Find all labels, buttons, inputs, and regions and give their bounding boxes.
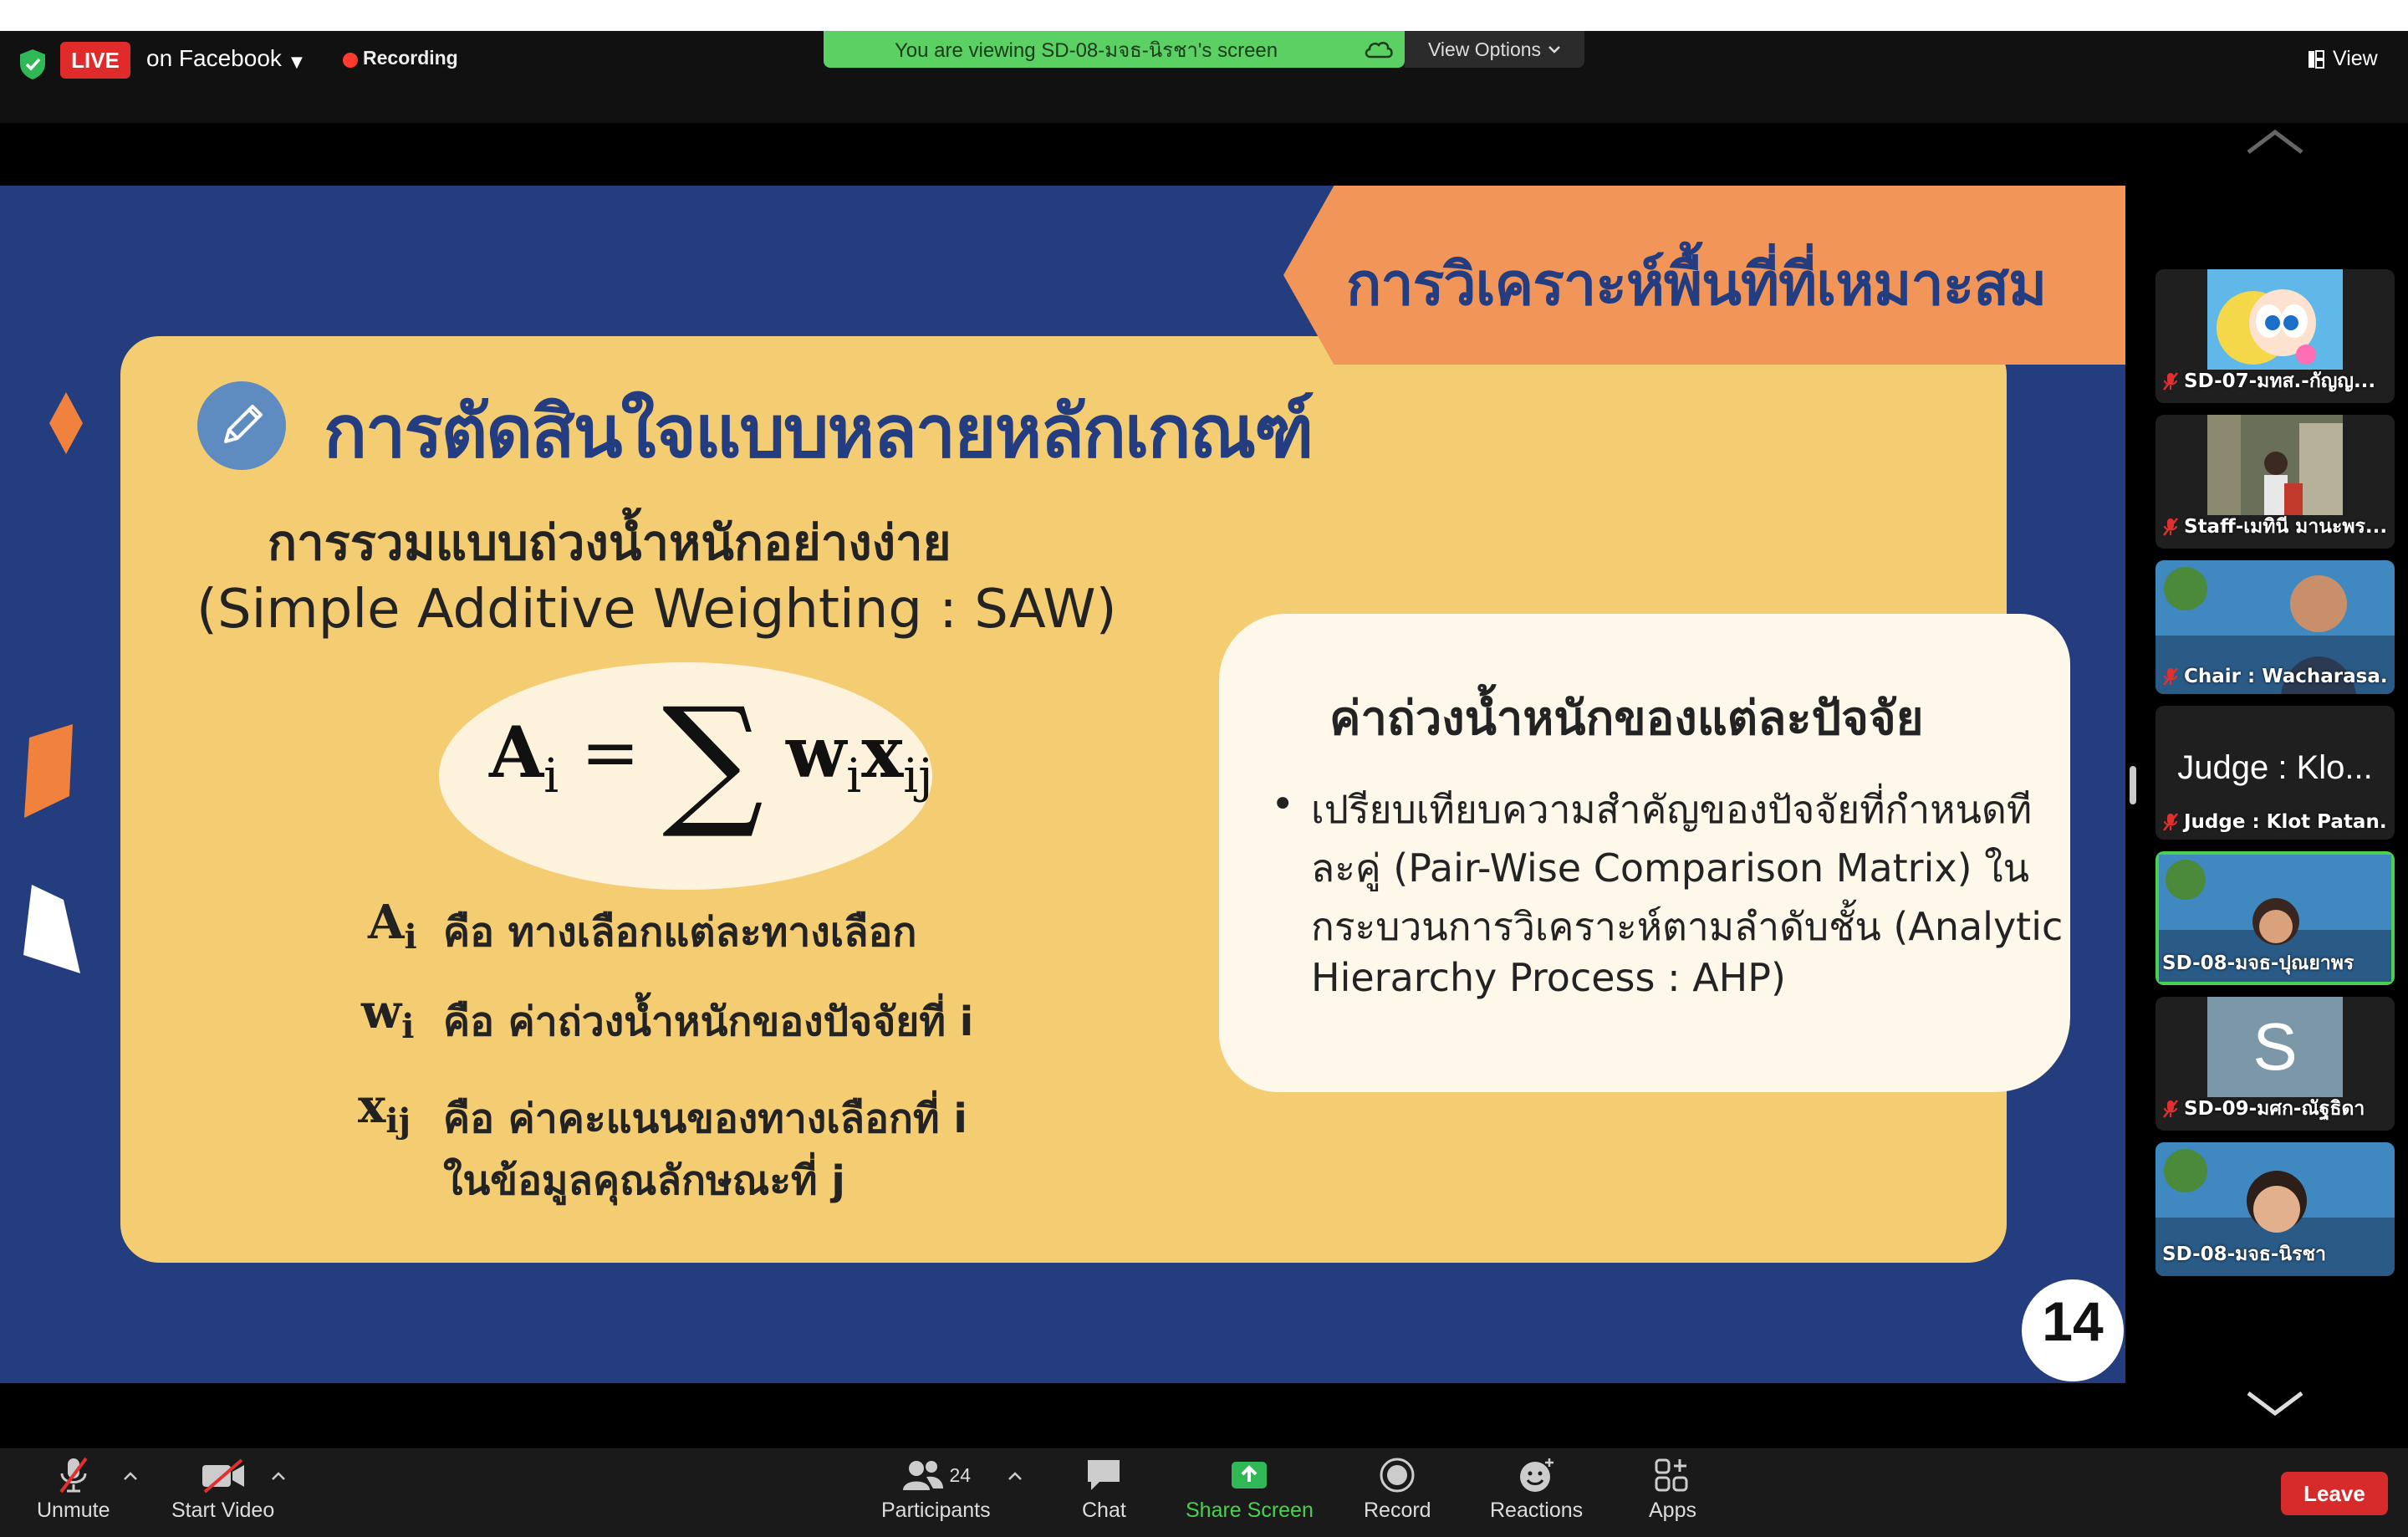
window-top-strip — [0, 0, 2408, 31]
weight-card-line: เปรียบเทียบความสำคัญของปัจจัยที่กำหนดที — [1311, 787, 2033, 832]
record-button[interactable]: Record — [1364, 1457, 1431, 1523]
viewing-banner-text: You are viewing SD-08-มจธ-นิรชา's screen — [895, 38, 1278, 62]
mic-muted-icon — [2163, 372, 2178, 391]
live-destination-label[interactable]: on Facebook — [146, 45, 282, 72]
participant-tile[interactable]: S SD-09-มศก-ณัฐธิดา — [2155, 997, 2395, 1131]
recording-dot-icon — [343, 53, 358, 68]
saw-formula: Ai = ∑ wixij — [489, 677, 933, 843]
orange-shape-decoration — [24, 724, 73, 818]
saw-subheading: (Simple Additive Weighting : SAW) — [196, 579, 1117, 641]
participant-count: 24 — [949, 1463, 972, 1486]
view-layout-icon — [2309, 49, 2324, 69]
bullet-dot: • — [1271, 781, 1295, 828]
mic-muted-icon — [2163, 1100, 2178, 1118]
weight-card-line: Hierarchy Process : AHP) — [1311, 955, 1786, 1000]
scroll-up-chevron-icon[interactable] — [2245, 127, 2305, 157]
start-video-button[interactable]: Start Video — [171, 1457, 274, 1523]
viewing-screen-banner: You are viewing SD-08-มจธ-นิรชา's screen — [824, 31, 1405, 68]
participant-name: SD-09-มศก-ณัฐธิดา — [2162, 1094, 2365, 1124]
definition-text-continued: ในข้อมูลคุณลักษณะที่ j — [443, 1157, 845, 1204]
share-screen-button[interactable]: Share Screen — [1186, 1457, 1314, 1523]
chat-button[interactable]: Chat — [1082, 1457, 1126, 1523]
mic-muted-icon — [2163, 518, 2178, 536]
definition-text: คือ ค่าถ่วงน้ำหนักของปัจจัยที่ i — [443, 998, 974, 1045]
participant-name: Staff-เมทินี มานะพร... — [2162, 512, 2387, 542]
definition-symbol: xij — [358, 1079, 411, 1141]
panel-resize-handle[interactable] — [2130, 766, 2136, 804]
unmute-button[interactable]: Unmute — [37, 1457, 110, 1523]
chat-icon — [1088, 1460, 1120, 1490]
page-number: 14 — [2042, 1290, 2104, 1352]
main-heading: การตัดสินใจแบบหลายหลักเกณฑ์ — [324, 391, 1314, 474]
chevron-down-icon[interactable]: ▼ — [291, 54, 303, 71]
record-icon — [1380, 1458, 1415, 1493]
reactions-button[interactable]: Reactions — [1490, 1457, 1583, 1523]
security-shield-icon[interactable] — [18, 49, 47, 80]
view-button[interactable]: View — [2308, 47, 2378, 71]
chevron-up-icon[interactable] — [122, 1470, 139, 1482]
chevron-up-icon[interactable] — [1007, 1470, 1023, 1482]
definition-text: คือ ทางเลือกแต่ละทางเลือก — [443, 909, 917, 956]
live-badge[interactable]: LIVE — [60, 42, 130, 79]
pencil-badge — [197, 381, 286, 470]
cloud-icon — [1365, 41, 1393, 59]
participant-tile[interactable]: Judge : Klo... Judge : Klot Patan... — [2155, 706, 2395, 840]
apps-icon — [1655, 1458, 1688, 1492]
view-options-label: View Options — [1427, 38, 1542, 60]
pencil-icon — [224, 405, 263, 443]
definition-text: คือ ค่าคะแนนของทางเลือกที่ i — [443, 1095, 967, 1142]
participant-name: Judge : Klot Patan... — [2162, 811, 2388, 833]
participant-avatar — [2207, 269, 2343, 370]
participant-name: Chair : Wacharasa... — [2162, 666, 2388, 687]
leave-button[interactable]: Leave — [2281, 1472, 2388, 1515]
weight-card-line: ละคู่ (Pair-Wise Comparison Matrix) ใน — [1311, 845, 2030, 891]
mic-muted-icon — [2163, 813, 2178, 831]
view-label: View — [2333, 47, 2378, 70]
participant-name: SD-08-มจธ-ปุณยาพร — [2162, 952, 2354, 974]
participant-tile[interactable]: SD-08-มจธ-นิรชา — [2155, 1142, 2395, 1276]
participant-tile[interactable]: Chair : Wacharasa... — [2155, 560, 2395, 694]
participant-tile-active-speaker[interactable]: SD-08-มจธ-ปุณยาพร — [2155, 851, 2395, 985]
chevron-up-icon[interactable] — [270, 1470, 287, 1482]
weight-card-title: ค่าถ่วงน้ำหนักของแต่ละปัจจัย — [1329, 692, 1924, 746]
participant-video — [2207, 415, 2343, 515]
participant-name: SD-07-มทส.-กัญญ... — [2162, 366, 2375, 396]
apps-button[interactable]: Apps — [1649, 1457, 1696, 1523]
participant-name: SD-08-มจธ-นิรชา — [2162, 1243, 2327, 1265]
white-shape-decoration — [23, 885, 80, 973]
definition-symbol: Ai — [368, 895, 417, 957]
participants-icon — [902, 1461, 943, 1490]
definition-symbol: wi — [361, 984, 415, 1047]
chevron-down-icon — [1548, 46, 1560, 54]
mic-muted-icon — [59, 1457, 88, 1494]
share-screen-icon — [1232, 1462, 1268, 1488]
participant-display-name: Judge : Klo... — [2177, 749, 2373, 786]
slide-title: การวิเคราะห์พื้นที่ที่เหมาะสม — [1346, 250, 2047, 319]
video-off-icon — [202, 1458, 244, 1494]
weight-card-line: กระบวนการวิเคราะห์ตามลำดับชั้น (Analytic — [1311, 904, 2064, 949]
diamond-decoration — [49, 392, 83, 454]
participant-tile[interactable]: Staff-เมทินี มานะพร... — [2155, 415, 2395, 549]
shared-screen-slide: การวิเคราะห์พื้นที่ที่เหมาะสม การตัดสินใ… — [0, 186, 2125, 1383]
scroll-down-chevron-icon[interactable] — [2245, 1388, 2305, 1418]
participant-tile[interactable]: SD-07-มทส.-กัญญ... — [2155, 269, 2395, 403]
mic-muted-icon — [2163, 667, 2178, 686]
reactions-smiley-icon — [1519, 1458, 1553, 1492]
participant-initial-avatar: S — [2207, 997, 2343, 1097]
view-options-button[interactable]: View Options — [1405, 31, 1584, 68]
recording-label: Recording — [363, 47, 458, 69]
participants-button[interactable]: 24 Participants — [881, 1457, 991, 1523]
sub-heading: การรวมแบบถ่วงน้ำหนักอย่างง่าย — [268, 514, 951, 571]
